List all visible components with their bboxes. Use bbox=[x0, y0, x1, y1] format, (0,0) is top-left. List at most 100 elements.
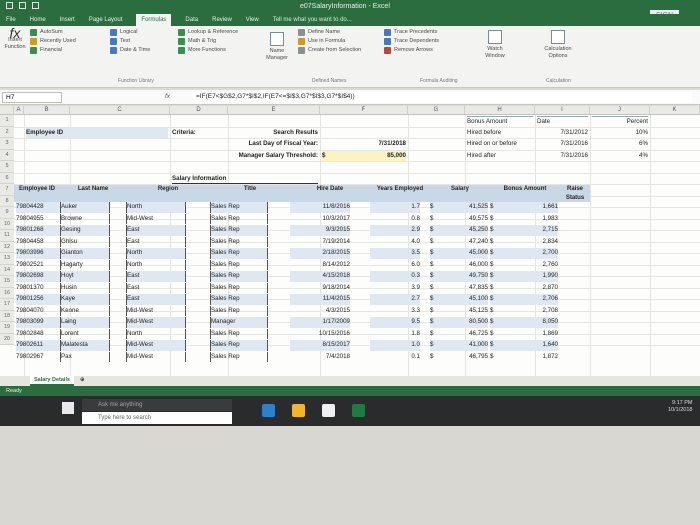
table-cell[interactable]: 7/4/2018 bbox=[290, 352, 350, 363]
table-cell[interactable]: 8,050 bbox=[490, 317, 558, 328]
worksheet-grid[interactable]: A B C D E F G H I J K 1 2 3 4 5 6 7 8 9 10 11 12 13 14 15 16 17 18 19… bbox=[0, 106, 700, 376]
name-box[interactable]: H7 bbox=[2, 92, 62, 103]
table-cell[interactable]: 2,708 bbox=[490, 306, 558, 317]
table-cell[interactable]: East bbox=[126, 294, 186, 305]
table-cell[interactable]: 79803099 bbox=[16, 317, 60, 328]
tab-insert[interactable]: Insert bbox=[60, 14, 75, 26]
table-cell[interactable]: 10/15/2016 bbox=[290, 329, 350, 340]
table-cell[interactable]: Manager bbox=[210, 317, 268, 328]
table-cell[interactable]: East bbox=[126, 271, 186, 282]
table-cell[interactable]: 79804070 bbox=[16, 306, 60, 317]
table-cell[interactable]: 11/4/2015 bbox=[290, 294, 350, 305]
autosum-button[interactable]: AutoSum bbox=[30, 28, 76, 37]
lookup-reference-button[interactable]: Lookup & Reference bbox=[178, 28, 238, 37]
taskbar-search-input[interactable]: Type here to search bbox=[82, 412, 232, 424]
table-cell[interactable]: Sales Rep bbox=[210, 305, 268, 317]
windows-start-icon[interactable] bbox=[62, 402, 74, 414]
table-cell[interactable]: Sales Rep bbox=[210, 248, 268, 259]
table-cell[interactable]: 79804955 bbox=[16, 214, 60, 225]
table-cell[interactable]: 1.8 bbox=[370, 329, 420, 340]
table-cell[interactable]: Laing bbox=[60, 317, 110, 328]
recently-used-button[interactable]: Recently Used bbox=[30, 37, 76, 46]
table-cell[interactable]: 79801268 bbox=[16, 225, 60, 236]
remove-arrows-button[interactable]: Remove Arrows bbox=[384, 46, 439, 55]
row-header-4[interactable]: 4 bbox=[0, 149, 14, 161]
tab-home[interactable]: Home bbox=[30, 14, 46, 26]
table-cell[interactable]: 8/15/2017 bbox=[290, 340, 350, 351]
table-cell[interactable]: 9/18/2014 bbox=[290, 283, 350, 294]
store-icon[interactable] bbox=[322, 404, 335, 417]
table-cell[interactable]: 3.5 bbox=[370, 248, 420, 259]
table-cell[interactable]: 1,983 bbox=[490, 214, 558, 225]
row-header-1[interactable]: 1 bbox=[0, 115, 14, 127]
formula-input[interactable]: =IF(E7<$G$2,G7*$I$2,IF(E7<=$I$3,G7*$I$3,… bbox=[192, 92, 692, 103]
table-cell[interactable]: Sales Rep bbox=[210, 282, 268, 294]
table-cell[interactable]: 10/3/2017 bbox=[290, 214, 350, 225]
table-cell[interactable]: 79802521 bbox=[16, 260, 60, 271]
table-header-bonus-amount[interactable]: Bonus Amount bbox=[490, 185, 560, 203]
table-cell[interactable]: East bbox=[126, 225, 186, 236]
row-header-5[interactable]: 5 bbox=[0, 161, 14, 173]
row-header-13[interactable]: 13 bbox=[0, 253, 14, 265]
table-cell[interactable]: Sales Rep bbox=[210, 340, 268, 351]
row-header-15[interactable]: 15 bbox=[0, 276, 14, 288]
table-cell[interactable]: Sales Rep bbox=[210, 259, 268, 271]
add-sheet-icon[interactable]: ⊕ bbox=[80, 377, 85, 383]
column-header-c[interactable]: C bbox=[70, 106, 170, 115]
row-header-3[interactable]: 3 bbox=[0, 138, 14, 150]
financial-button[interactable]: Financial bbox=[30, 46, 76, 55]
fx-icon[interactable]: fx bbox=[165, 93, 170, 100]
table-cell[interactable]: East bbox=[126, 282, 186, 294]
table-cell[interactable]: 4/15/2018 bbox=[290, 271, 350, 282]
row-header-9[interactable]: 9 bbox=[0, 207, 14, 219]
table-header-employee-id[interactable]: Employee ID bbox=[14, 185, 60, 203]
table-cell[interactable]: Sales Rep bbox=[210, 225, 268, 236]
column-header-b[interactable]: B bbox=[24, 106, 70, 115]
redo-icon[interactable] bbox=[32, 2, 39, 9]
table-cell[interactable]: Ghlsu bbox=[60, 236, 110, 248]
use-in-formula-button[interactable]: Use in Formula bbox=[298, 37, 361, 46]
table-cell[interactable]: North bbox=[126, 202, 186, 213]
table-cell[interactable]: 9.5 bbox=[370, 317, 420, 328]
table-cell[interactable]: Sales Rep bbox=[210, 294, 268, 305]
table-header-region[interactable]: Region bbox=[126, 185, 210, 203]
table-cell[interactable]: 7/19/2014 bbox=[290, 237, 350, 248]
column-header-h[interactable]: H bbox=[465, 106, 535, 115]
table-cell[interactable]: Auker bbox=[60, 202, 110, 213]
table-cell[interactable]: Gianton bbox=[60, 248, 110, 259]
table-cell[interactable]: 47,240 bbox=[430, 237, 488, 248]
more-functions-button[interactable]: More Functions bbox=[178, 46, 238, 55]
table-cell[interactable]: 4.0 bbox=[370, 237, 420, 248]
table-cell[interactable]: Mid-West bbox=[126, 213, 186, 225]
column-header-j[interactable]: J bbox=[590, 106, 650, 115]
select-all-corner[interactable] bbox=[0, 106, 14, 115]
table-cell[interactable]: 79802848 bbox=[16, 329, 60, 340]
table-cell[interactable]: Lorent bbox=[60, 328, 110, 340]
table-cell[interactable]: 0.8 bbox=[370, 214, 420, 225]
calculation-options-button[interactable]: Calculation Options bbox=[540, 30, 576, 60]
table-cell[interactable]: 0.3 bbox=[370, 271, 420, 282]
column-header-f[interactable]: F bbox=[320, 106, 408, 115]
table-header-last-name[interactable]: Last Name bbox=[60, 185, 126, 203]
table-cell[interactable]: 46,000 bbox=[430, 260, 488, 271]
table-cell[interactable]: 2.9 bbox=[370, 225, 420, 236]
row-header-7[interactable]: 7 bbox=[0, 184, 14, 196]
row-header-20[interactable]: 20 bbox=[0, 333, 14, 345]
table-cell[interactable]: Sales Rep bbox=[210, 351, 268, 363]
tab-page-layout[interactable]: Page Layout bbox=[89, 14, 123, 26]
column-header-g[interactable]: G bbox=[408, 106, 465, 115]
table-header-title[interactable]: Title bbox=[210, 185, 290, 203]
table-cell[interactable]: East bbox=[126, 236, 186, 248]
table-cell[interactable]: 2/18/2015 bbox=[290, 248, 350, 259]
row-header-18[interactable]: 18 bbox=[0, 310, 14, 322]
table-cell[interactable]: Mid-West bbox=[126, 340, 186, 351]
table-cell[interactable]: 41,000 bbox=[430, 340, 488, 351]
column-header-a[interactable]: A bbox=[14, 106, 24, 115]
table-cell[interactable]: 47,835 bbox=[430, 283, 488, 294]
tell-me-input[interactable]: Tell me what you want to do... bbox=[273, 14, 352, 26]
table-cell[interactable]: Husin bbox=[60, 282, 110, 294]
create-from-selection-button[interactable]: Create from Selection bbox=[298, 46, 361, 55]
table-header-salary[interactable]: Salary bbox=[430, 185, 490, 203]
row-header-16[interactable]: 16 bbox=[0, 287, 14, 299]
table-cell[interactable]: North bbox=[126, 259, 186, 271]
